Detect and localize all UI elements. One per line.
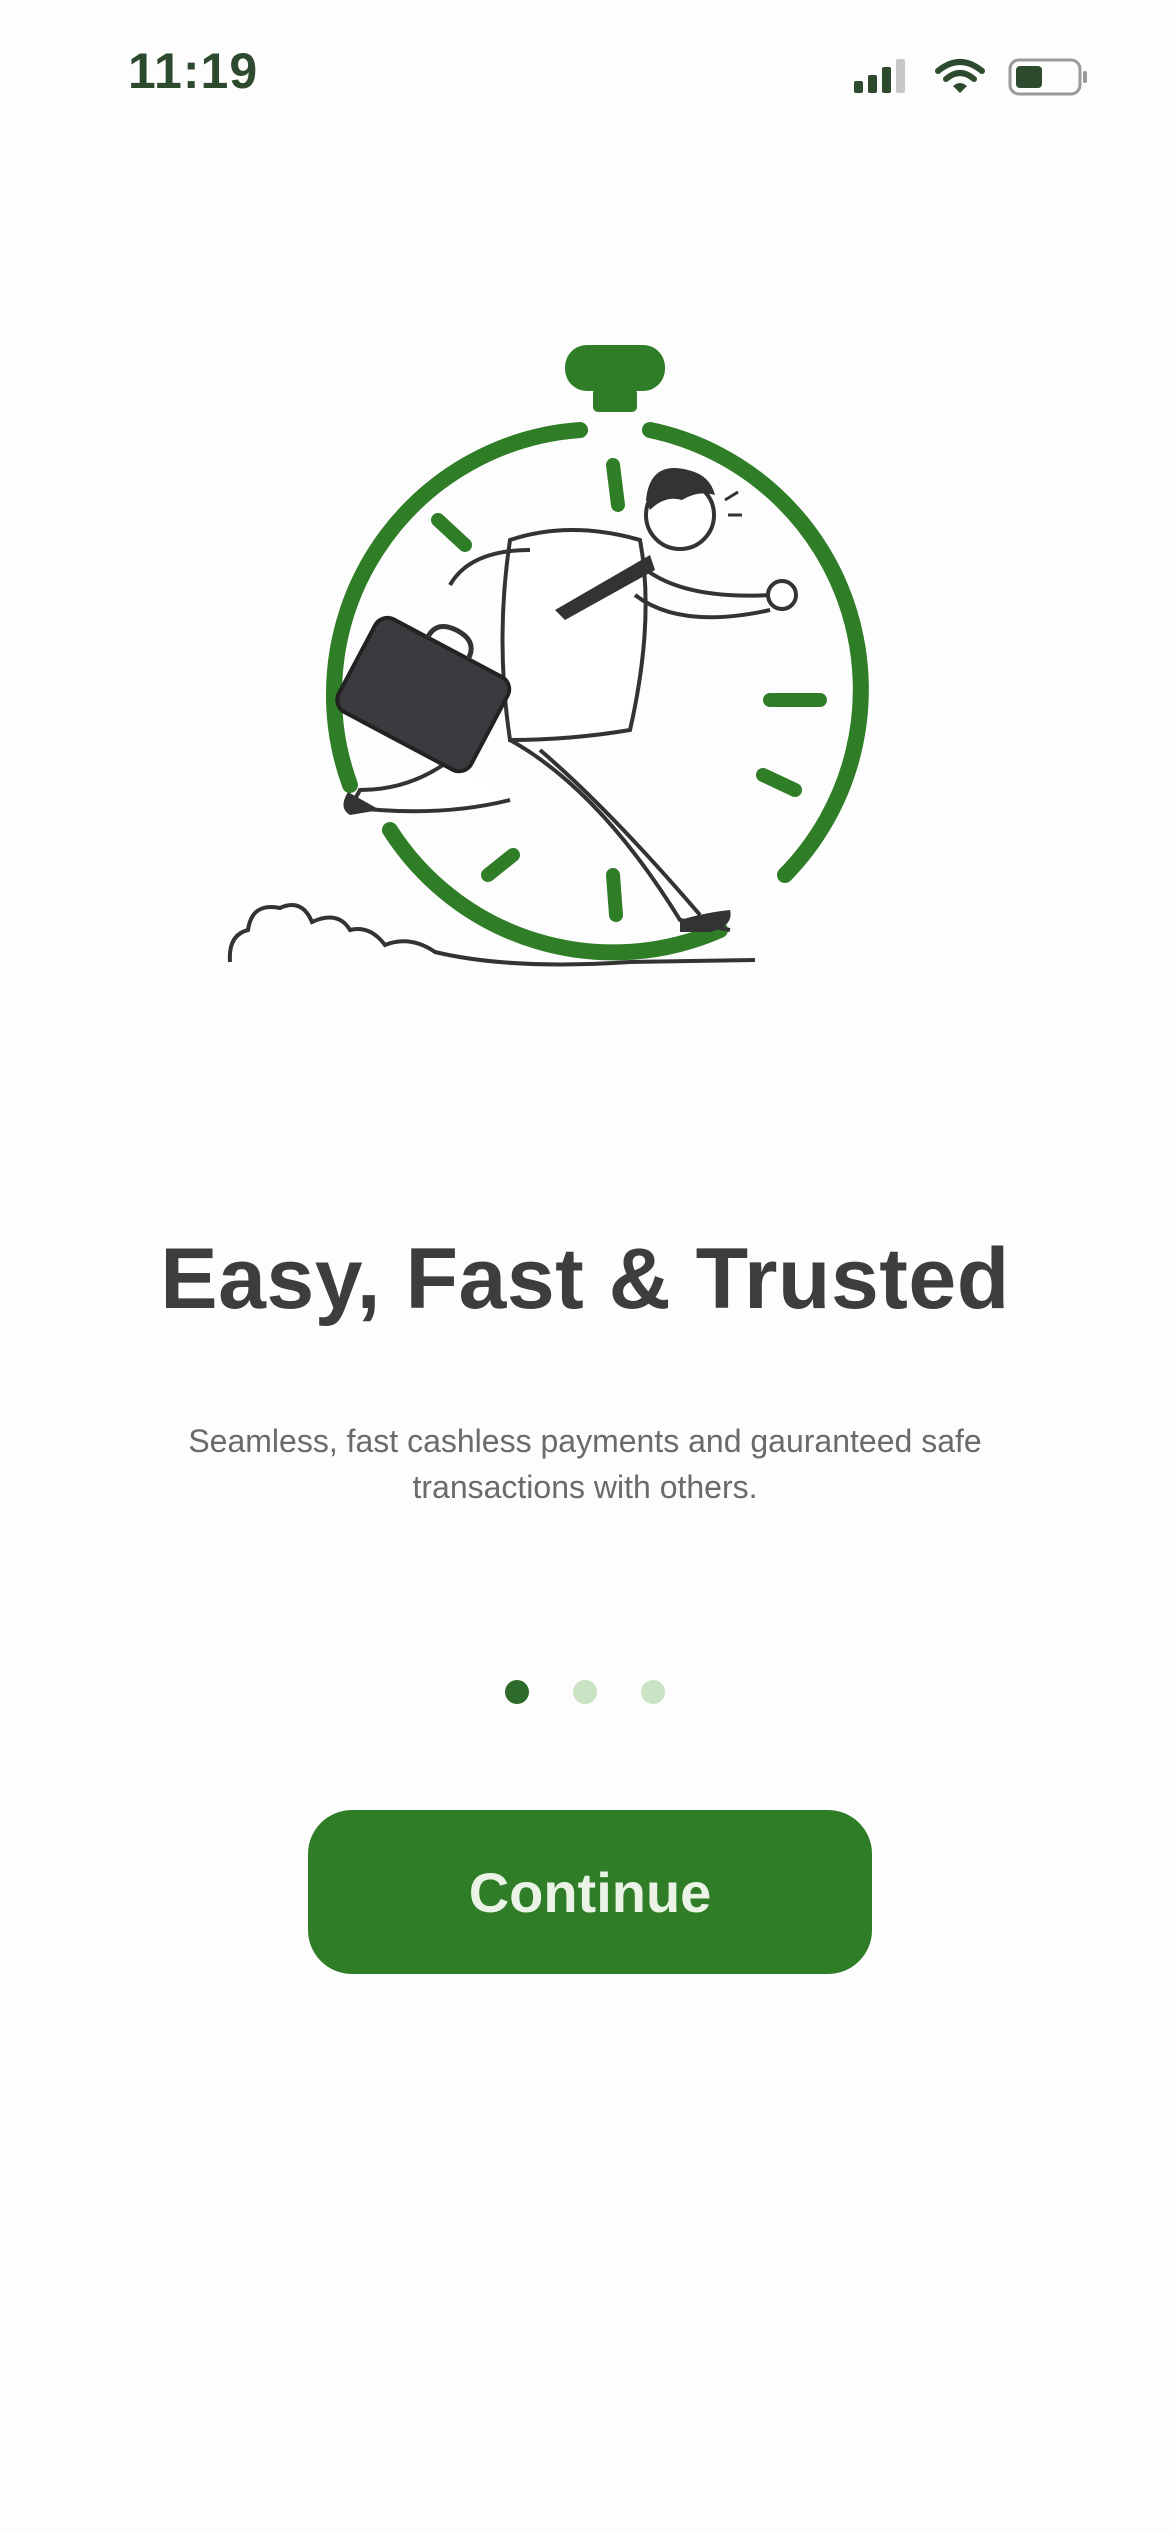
onboarding-screen: 11:19 Easy, Fast & Trusted Seamless, fas… (0, 0, 1170, 2532)
status-bar: 11:19 (0, 0, 1170, 150)
status-time: 11:19 (128, 43, 259, 99)
page-dot-3[interactable] (641, 1680, 665, 1704)
cellular-signal-icon (852, 57, 912, 97)
onboarding-title: Easy, Fast & Trusted (160, 1231, 1010, 1327)
page-indicator (0, 1680, 1170, 1706)
onboarding-description: Seamless, fast cashless payments and gau… (188, 1423, 982, 1505)
wifi-icon (934, 57, 986, 97)
page-dot-1[interactable] (505, 1680, 529, 1704)
continue-button[interactable]: Continue (308, 1810, 872, 1974)
running-man-stopwatch-illustration (210, 330, 930, 1010)
battery-icon (1008, 57, 1090, 97)
page-dot-2[interactable] (573, 1680, 597, 1704)
status-icons (852, 54, 1090, 100)
